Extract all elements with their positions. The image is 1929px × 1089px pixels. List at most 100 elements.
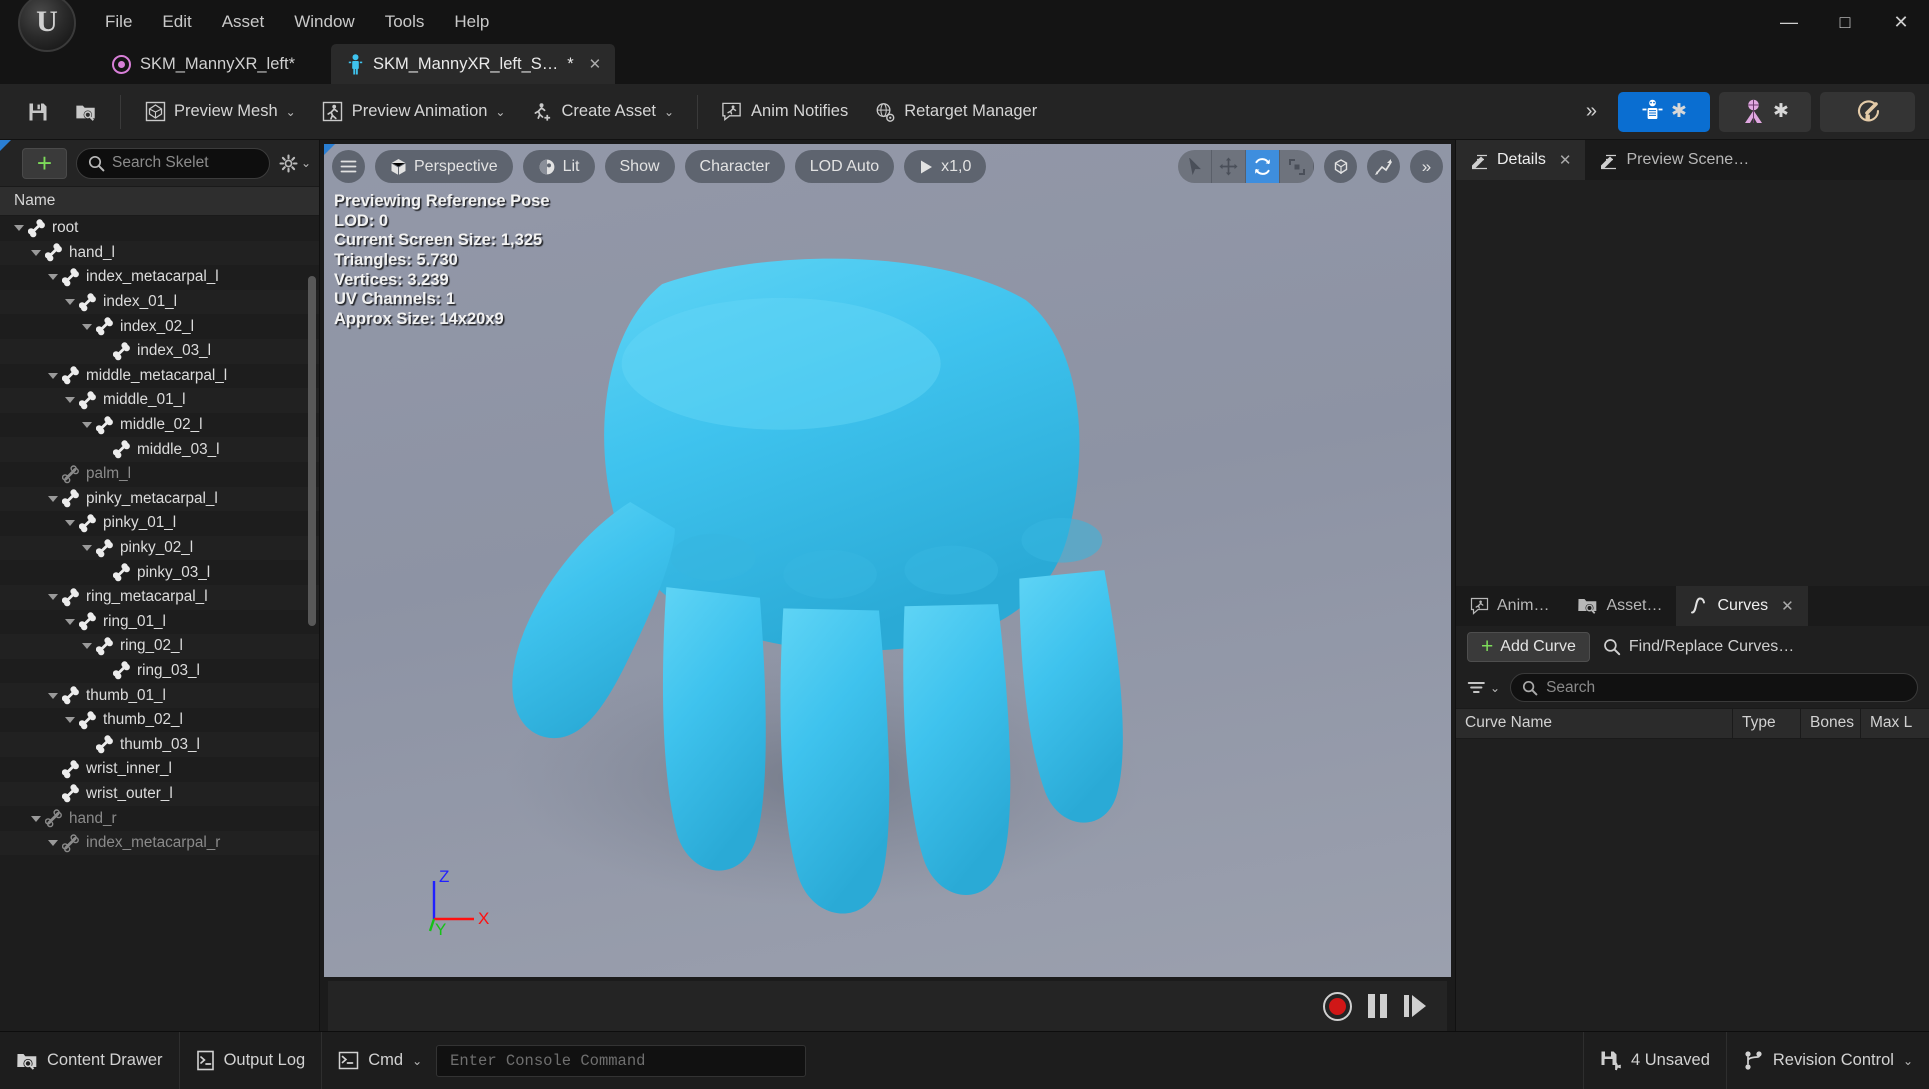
expand-arrow-icon[interactable]: [46, 492, 59, 505]
save-button[interactable]: [14, 95, 62, 129]
menu-item-tools[interactable]: Tools: [370, 6, 440, 38]
details-panel-body[interactable]: [1456, 180, 1929, 586]
console-command-input[interactable]: Enter Console Command: [436, 1044, 807, 1077]
expand-arrow-icon[interactable]: [46, 591, 59, 604]
translate-tool-button[interactable]: [1212, 150, 1246, 183]
pause-button[interactable]: [1368, 994, 1387, 1018]
asset-tab-skm-mannyxr-left[interactable]: SKM_MannyXR_left*: [92, 44, 315, 84]
curves-list[interactable]: [1456, 738, 1929, 1031]
mode-button-mesh[interactable]: ✱: [1719, 91, 1811, 132]
step-forward-button[interactable]: [1403, 993, 1427, 1019]
column-curve-name[interactable]: Curve Name: [1456, 707, 1733, 739]
menu-item-edit[interactable]: Edit: [147, 6, 206, 38]
bone-tree-row[interactable]: index_01_l: [0, 289, 319, 315]
viewport-character-button[interactable]: Character: [684, 150, 785, 183]
browse-content-button[interactable]: [62, 95, 110, 129]
tab-asset[interactable]: Asset…: [1563, 586, 1676, 626]
bone-tree-row[interactable]: index_metacarpal_l: [0, 265, 319, 290]
output-log-button[interactable]: Output Log: [180, 1031, 323, 1089]
menu-item-file[interactable]: File: [90, 6, 147, 38]
close-button[interactable]: ✕: [1873, 0, 1929, 44]
mode-button-physics[interactable]: [1820, 91, 1915, 132]
bone-tree-row[interactable]: middle_01_l: [0, 388, 319, 413]
viewport-overflow-button[interactable]: »: [1410, 150, 1443, 183]
bone-tree-row[interactable]: thumb_01_l: [0, 683, 319, 708]
tab-details[interactable]: Details ✕: [1456, 140, 1586, 180]
bone-tree-row[interactable]: pinky_03_l: [0, 560, 319, 585]
3d-viewport[interactable]: Perspective Lit Show Character LOD Auto …: [324, 144, 1451, 977]
preview-animation-button[interactable]: Preview Animation ⌄: [309, 95, 519, 129]
bone-tree-row[interactable]: index_02_l: [0, 314, 319, 339]
bone-tree-row[interactable]: hand_l: [0, 240, 319, 266]
bone-tree-list[interactable]: root hand_l index_metacarpal_l index_01_l in…: [0, 216, 319, 1031]
expand-arrow-icon[interactable]: [80, 542, 93, 555]
bone-tree-row[interactable]: middle_03_l: [0, 437, 319, 462]
expand-arrow-icon[interactable]: [63, 615, 76, 628]
menu-item-asset[interactable]: Asset: [207, 6, 280, 38]
find-replace-curves-button[interactable]: Find/Replace Curves…: [1603, 638, 1794, 656]
tab-preview-scene[interactable]: Preview Scene…: [1585, 140, 1763, 180]
bone-tree-row[interactable]: ring_02_l: [0, 634, 319, 659]
bone-tree-row[interactable]: ring_03_l: [0, 659, 319, 684]
tab-anim[interactable]: Anim…: [1456, 586, 1563, 626]
bone-tree-row[interactable]: ring_metacarpal_l: [0, 584, 319, 610]
expand-arrow-icon[interactable]: [29, 246, 42, 259]
bone-tree-row[interactable]: pinky_01_l: [0, 511, 319, 536]
bone-tree-row[interactable]: hand_r: [0, 806, 319, 831]
select-tool-button[interactable]: [1178, 150, 1212, 183]
menu-item-window[interactable]: Window: [279, 6, 369, 38]
expand-arrow-icon[interactable]: [80, 320, 93, 333]
expand-arrow-icon[interactable]: [46, 271, 59, 284]
expand-arrow-icon[interactable]: [12, 222, 25, 235]
bone-tree-row[interactable]: thumb_02_l: [0, 708, 319, 733]
viewport-perspective-button[interactable]: Perspective: [375, 150, 513, 183]
search-skeleton-input[interactable]: Search Skelet: [76, 147, 270, 179]
rotate-tool-button[interactable]: [1246, 150, 1280, 183]
menu-item-help[interactable]: Help: [439, 6, 504, 38]
expand-arrow-icon[interactable]: [63, 296, 76, 309]
bone-tree-row[interactable]: thumb_03_l: [0, 732, 319, 758]
viewport-lod-button[interactable]: LOD Auto: [794, 150, 895, 183]
column-max-l[interactable]: Max L: [1861, 708, 1929, 739]
create-asset-button[interactable]: Create Asset ⌄: [518, 95, 687, 129]
skeleton-column-header[interactable]: Name: [0, 186, 319, 216]
column-type[interactable]: Type: [1733, 707, 1801, 739]
expand-arrow-icon[interactable]: [63, 714, 76, 727]
expand-arrow-icon[interactable]: [46, 689, 59, 702]
viewport-menu-button[interactable]: [332, 150, 365, 183]
bone-tree-row[interactable]: pinky_02_l: [0, 535, 319, 561]
bone-tree-row[interactable]: wrist_inner_l: [0, 757, 319, 782]
add-bone-button[interactable]: +: [22, 147, 67, 179]
expand-arrow-icon[interactable]: [63, 517, 76, 530]
expand-arrow-icon[interactable]: [63, 394, 76, 407]
anim-notifies-button[interactable]: Anim Notifies: [708, 95, 861, 129]
cmd-button[interactable]: Cmd ⌄: [322, 1032, 430, 1089]
expand-arrow-icon[interactable]: [80, 419, 93, 432]
close-icon[interactable]: ✕: [1781, 597, 1794, 615]
scale-tool-button[interactable]: [1280, 150, 1314, 183]
viewport-playspeed-button[interactable]: x1,0: [904, 150, 987, 183]
close-icon[interactable]: ✕: [589, 55, 602, 73]
skeleton-settings-button[interactable]: ⌄: [279, 153, 311, 173]
bone-tree-scrollbar[interactable]: [308, 276, 316, 626]
tab-skeleton-editor[interactable]: SKM_MannyXR_left_S… * ✕: [331, 44, 616, 84]
unsaved-assets-button[interactable]: 4 Unsaved: [1582, 1031, 1726, 1089]
snapping-button[interactable]: [1367, 150, 1400, 183]
tab-curves[interactable]: Curves ✕: [1676, 585, 1808, 626]
bone-tree-row[interactable]: root: [0, 216, 319, 241]
bone-tree-row[interactable]: ring_01_l: [0, 610, 319, 635]
viewport-show-button[interactable]: Show: [604, 150, 675, 183]
maximize-button[interactable]: □: [1817, 0, 1873, 44]
retarget-manager-button[interactable]: Retarget Manager: [861, 95, 1050, 129]
viewport-lit-button[interactable]: Lit: [522, 150, 595, 183]
expand-arrow-icon[interactable]: [46, 837, 59, 850]
curves-filter-button[interactable]: ⌄: [1467, 680, 1500, 695]
mode-button-skeleton[interactable]: ✱: [1618, 91, 1710, 132]
preview-mesh-button[interactable]: Preview Mesh ⌄: [131, 95, 309, 129]
expand-arrow-icon[interactable]: [29, 812, 42, 825]
bone-tree-row[interactable]: index_03_l: [0, 338, 319, 364]
bone-tree-row[interactable]: wrist_outer_l: [0, 781, 319, 807]
add-curve-button[interactable]: + Add Curve: [1467, 631, 1590, 662]
revision-control-button[interactable]: Revision Control ⌄: [1725, 1031, 1929, 1089]
expand-arrow-icon[interactable]: [46, 369, 59, 382]
